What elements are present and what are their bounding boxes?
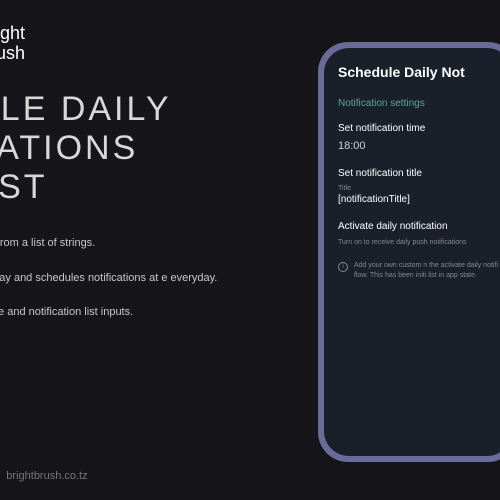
screen-title: Schedule Daily Not — [338, 64, 498, 80]
title-line3: M LIST — [0, 168, 172, 207]
time-value[interactable]: 18:00 — [338, 140, 498, 152]
bullet-item: local notifications from a list of strin… — [0, 235, 217, 252]
title-line1: EDULE DAILY — [0, 90, 172, 129]
phone-screen: Schedule Daily Not Notification settings… — [324, 48, 500, 456]
logo-line2: rush — [0, 44, 25, 64]
info-text: Add your own custom n the activate daily… — [354, 261, 498, 281]
info-row: i Add your own custom n the activate dai… — [338, 261, 498, 281]
bullet-list: local notifications from a list of strin… — [0, 235, 217, 339]
footer: Exaud | brightbrush.co.tz — [0, 470, 88, 482]
title-line2: IFICATIONS — [0, 129, 172, 168]
title-label: Set notification title — [338, 168, 498, 179]
logo: right rush — [0, 24, 25, 64]
bullet-item: ough the string array and schedules noti… — [0, 270, 217, 287]
activate-desc: Turn on to receive daily push notificati… — [338, 238, 498, 247]
title-input[interactable]: [notificationTitle] — [338, 194, 498, 205]
section-label: Notification settings — [338, 98, 498, 109]
bullet-item: me, notification title and notification … — [0, 304, 217, 321]
phone-mockup: Schedule Daily Not Notification settings… — [318, 42, 500, 462]
footer-site: brightbrush.co.tz — [6, 470, 87, 482]
time-label: Set notification time — [338, 123, 498, 134]
info-icon: i — [338, 262, 348, 272]
logo-line1: right — [0, 24, 25, 44]
title-sublabel: Title — [338, 185, 498, 192]
page-title: EDULE DAILY IFICATIONS M LIST — [0, 90, 172, 207]
activate-label[interactable]: Activate daily notification — [338, 221, 498, 232]
